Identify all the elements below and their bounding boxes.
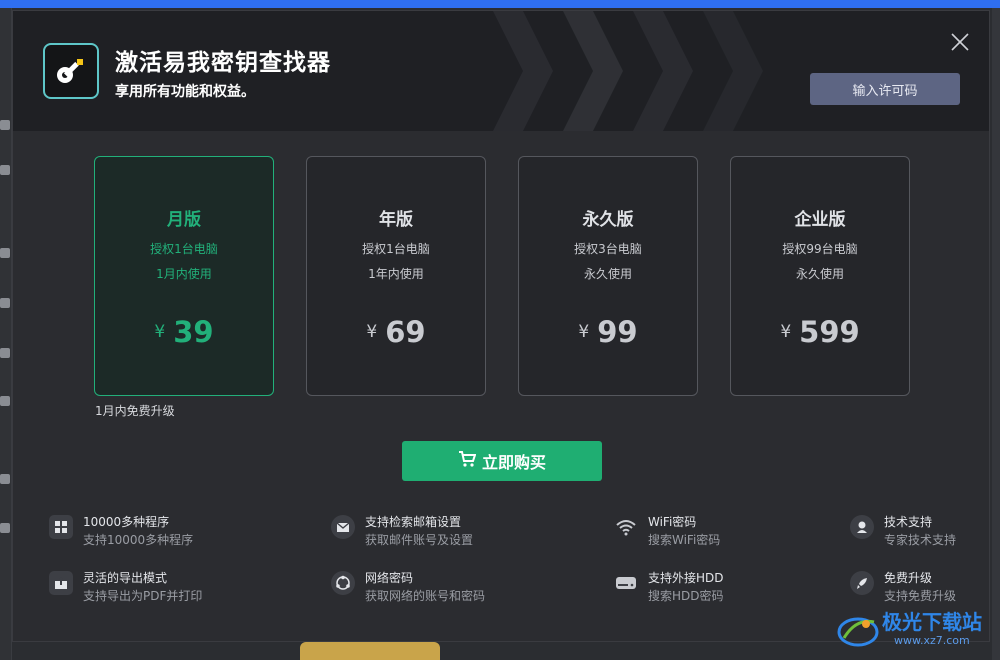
header-chevron-decoration <box>553 11 623 131</box>
feature-title: 免费升级 <box>884 571 933 585</box>
support-icon <box>850 515 874 539</box>
plan-card-monthly[interactable]: 月版 授权1台电脑 1月内使用 ¥39 <box>94 156 274 396</box>
background-sidebar-icon <box>0 298 10 308</box>
feature-title: 网络密码 <box>365 571 414 585</box>
plan-name: 永久版 <box>582 210 634 230</box>
enter-license-button[interactable]: 输入许可码 <box>810 73 960 105</box>
feature-subtitle: 获取邮件账号及设置 <box>365 533 474 547</box>
background-sidebar-icon <box>0 474 10 484</box>
wifi-icon <box>614 515 638 539</box>
feature-title: 10000多种程序 <box>83 515 170 529</box>
plan-duration: 永久使用 <box>795 267 844 281</box>
feature-subtitle: 专家技术支持 <box>884 533 957 547</box>
feature-subtitle: 支持免费升级 <box>884 589 957 603</box>
feature-subtitle: 支持导出为PDF并打印 <box>83 589 203 603</box>
plan-card-yearly[interactable]: 年版 授权1台电脑 1年内使用 ¥69 <box>306 156 486 396</box>
buy-now-label: 立即购买 <box>481 453 546 472</box>
feature-item: 支持检索邮箱设置 获取邮件账号及设置 <box>331 513 531 549</box>
currency-symbol: ¥ <box>366 322 378 342</box>
background-sidebar-icon <box>0 523 10 533</box>
plan-duration: 永久使用 <box>583 267 632 281</box>
rocket-icon <box>850 571 874 595</box>
plan-price: ¥99 <box>519 315 697 349</box>
mail-icon <box>331 515 355 539</box>
dialog-title: 激活易我密钥查找器 <box>115 49 331 76</box>
price-amount: 599 <box>799 315 860 349</box>
plan-duration: 1年内使用 <box>368 267 424 281</box>
watermark-url: www.xz7.com <box>894 634 970 647</box>
plan-license-count: 授权99台电脑 <box>782 242 858 256</box>
feature-title: 技术支持 <box>884 515 933 529</box>
header-chevron-decoration <box>623 11 693 131</box>
key-icon <box>43 43 99 99</box>
export-icon <box>49 571 73 595</box>
plan-card-enterprise[interactable]: 企业版 授权99台电脑 永久使用 ¥599 <box>730 156 910 396</box>
plan-duration: 1月内使用 <box>156 267 212 281</box>
background-sidebar-icon <box>0 248 10 258</box>
currency-symbol: ¥ <box>780 322 792 342</box>
feature-item: 免费升级 支持免费升级 <box>850 569 1000 605</box>
feature-title: 支持检索邮箱设置 <box>365 515 462 529</box>
background-window-titlebar <box>0 0 1000 8</box>
background-box-graphic <box>300 642 440 660</box>
plan-name: 月版 <box>167 210 201 230</box>
feature-title: WiFi密码 <box>648 515 697 529</box>
cart-icon <box>458 450 477 472</box>
apps-grid-icon <box>49 515 73 539</box>
feature-title: 支持外接HDD <box>648 571 724 585</box>
background-sidebar <box>0 8 12 660</box>
purchase-dialog: 激活易我密钥查找器 享用所有功能和权益。 输入许可码 月版 授权1台电脑 1月内… <box>12 10 990 642</box>
feature-item: 10000多种程序 支持10000多种程序 <box>49 513 249 549</box>
watermark-logo-icon <box>836 608 880 652</box>
watermark-text: 极光下载站 <box>882 610 982 634</box>
plan-card-lifetime[interactable]: 永久版 授权3台电脑 永久使用 ¥99 <box>518 156 698 396</box>
plan-license-count: 授权3台电脑 <box>574 242 642 256</box>
upgrade-note: 1月内免费升级 <box>95 404 175 418</box>
background-sidebar-icon <box>0 348 10 358</box>
header-chevron-decoration <box>483 11 553 131</box>
feature-subtitle: 搜索WiFi密码 <box>648 533 721 547</box>
background-sidebar-icon <box>0 396 10 406</box>
plan-name: 企业版 <box>794 210 846 230</box>
buy-now-button[interactable]: 立即购买 <box>402 441 602 481</box>
plan-price: ¥69 <box>307 315 485 349</box>
feature-subtitle: 支持10000多种程序 <box>83 533 194 547</box>
plan-license-count: 授权1台电脑 <box>150 242 218 256</box>
plan-price: ¥599 <box>731 315 909 349</box>
network-icon <box>331 571 355 595</box>
feature-item: WiFi密码 搜索WiFi密码 <box>614 513 814 549</box>
background-sidebar-icon <box>0 120 10 130</box>
feature-item: 网络密码 获取网络的账号和密码 <box>331 569 531 605</box>
feature-item: 支持外接HDD 搜索HDD密码 <box>614 569 814 605</box>
feature-subtitle: 搜索HDD密码 <box>648 589 724 603</box>
dialog-header: 激活易我密钥查找器 享用所有功能和权益。 输入许可码 <box>13 11 989 131</box>
background-right-edge <box>992 8 1000 660</box>
price-amount: 39 <box>173 315 214 349</box>
close-icon[interactable] <box>949 31 971 53</box>
currency-symbol: ¥ <box>578 322 590 342</box>
site-watermark: 极光下载站 www.xz7.com <box>836 604 996 656</box>
feature-subtitle: 获取网络的账号和密码 <box>365 589 486 603</box>
price-amount: 99 <box>597 315 638 349</box>
plan-license-count: 授权1台电脑 <box>362 242 430 256</box>
plan-price: ¥39 <box>95 315 273 349</box>
feature-item: 灵活的导出模式 支持导出为PDF并打印 <box>49 569 249 605</box>
plan-name: 年版 <box>379 210 413 230</box>
background-sidebar-icon <box>0 165 10 175</box>
dialog-subtitle: 享用所有功能和权益。 <box>115 84 255 100</box>
price-amount: 69 <box>385 315 426 349</box>
feature-item: 技术支持 专家技术支持 <box>850 513 1000 549</box>
currency-symbol: ¥ <box>154 322 166 342</box>
hdd-icon <box>614 571 638 595</box>
header-chevron-decoration <box>693 11 763 131</box>
feature-title: 灵活的导出模式 <box>83 571 168 585</box>
